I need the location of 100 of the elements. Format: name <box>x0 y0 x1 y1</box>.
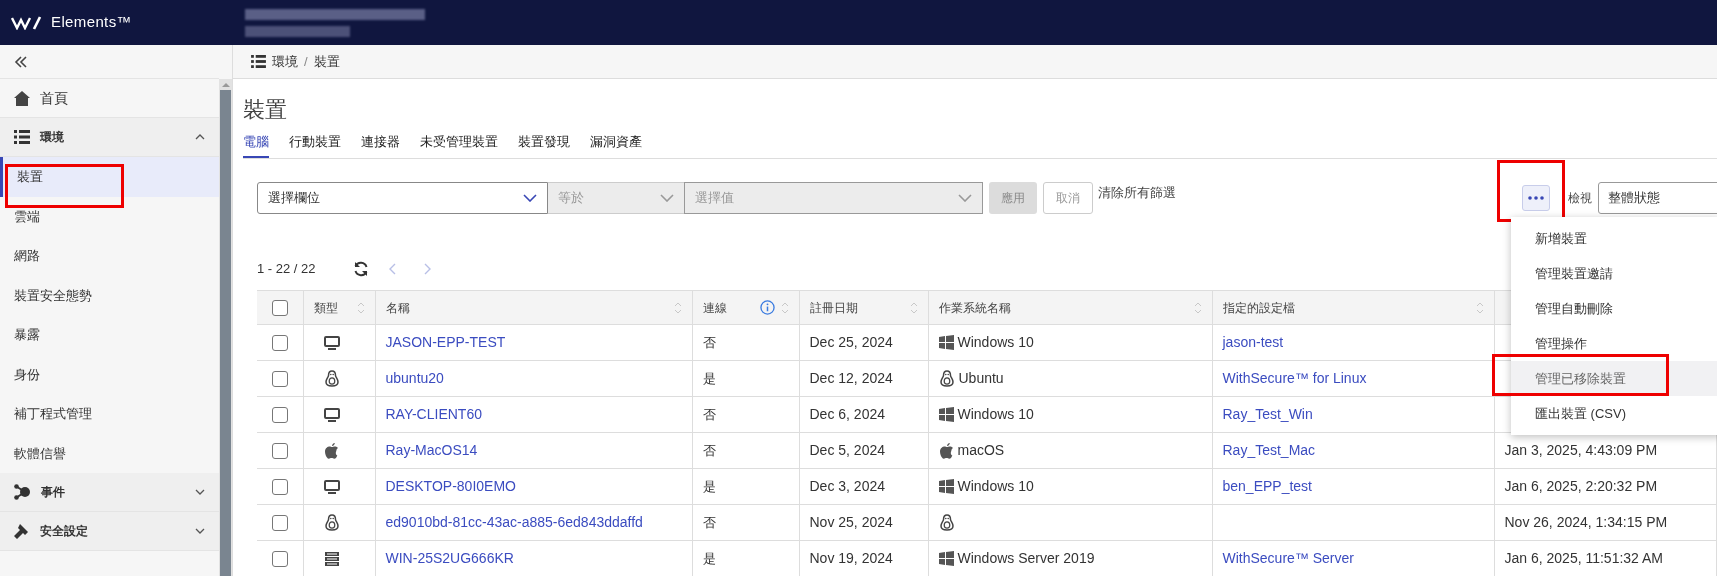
table-cell: 否 <box>692 324 799 361</box>
sort-icon <box>1475 300 1484 315</box>
breadcrumb-separator: / <box>304 52 308 71</box>
chevron-down-icon <box>958 194 972 202</box>
checkbox[interactable] <box>271 442 288 459</box>
menu-item[interactable]: 管理裝置邀請 <box>1511 256 1717 291</box>
menu-item[interactable]: 管理操作 <box>1511 326 1717 361</box>
refresh-button[interactable] <box>353 261 369 277</box>
profile-link[interactable]: WithSecure™ for Linux <box>1222 370 1367 386</box>
table-cell: 是 <box>692 360 799 397</box>
hammer-icon <box>14 523 30 539</box>
tab[interactable]: 行動裝置 <box>289 132 341 158</box>
os-name: Windows Server 2019 <box>957 549 1095 568</box>
profile-link[interactable]: ben_EPP_test <box>1222 478 1312 494</box>
table-cell: 是 <box>692 540 799 576</box>
checkbox[interactable] <box>271 514 288 531</box>
device-name-link[interactable]: DESKTOP-80I0EMO <box>385 478 516 494</box>
tab[interactable]: 電腦 <box>243 132 269 158</box>
sidebar-section[interactable]: 事件 <box>0 473 219 512</box>
node-graph-icon <box>14 484 31 500</box>
tab[interactable]: 漏洞資產 <box>590 132 642 158</box>
device-name-link[interactable]: WIN-25S2UG666KR <box>385 550 514 566</box>
table-cell: Dec 3, 2024 <box>799 468 928 505</box>
os-name: Windows 10 <box>957 333 1034 352</box>
view-label: 檢視 <box>1568 190 1592 207</box>
tab[interactable]: 未受管理裝置 <box>420 132 498 158</box>
column-header[interactable]: 連線 <box>692 290 799 325</box>
app-name: Elements™ <box>51 12 132 33</box>
sort-icon <box>909 300 918 315</box>
os-name: Windows 10 <box>957 477 1034 496</box>
table-cell: Dec 25, 2024 <box>799 324 928 361</box>
table-cell: Dec 12, 2024 <box>799 360 928 397</box>
device-name-link[interactable]: ed9010bd-81cc-43ac-a885-6ed843ddaffd <box>385 514 643 530</box>
column-header[interactable]: 指定的設定檔 <box>1212 290 1494 325</box>
checkbox[interactable] <box>271 406 288 423</box>
tab[interactable]: 連接器 <box>361 132 400 158</box>
column-header[interactable]: 類型 <box>303 290 375 325</box>
device-name-link[interactable]: RAY-CLIENT60 <box>385 406 482 422</box>
table-cell: 否 <box>692 504 799 541</box>
table-cell: Nov 19, 2024 <box>799 540 928 576</box>
checkbox[interactable] <box>271 478 288 495</box>
checkbox[interactable] <box>271 299 288 316</box>
menu-item[interactable]: 新增裝置 <box>1511 221 1717 256</box>
device-name-link[interactable]: JASON-EPP-TEST <box>385 334 506 350</box>
sort-icon <box>356 300 365 315</box>
chevron-down-icon <box>195 489 205 495</box>
table-cell: Dec 6, 2024 <box>799 396 928 433</box>
menu-item[interactable]: 匯出裝置 (CSV) <box>1511 396 1717 431</box>
chevron-down-icon <box>660 194 674 202</box>
sidebar-item[interactable]: 補丁程式管理 <box>0 394 219 434</box>
sidebar-item[interactable]: 軟體信譽 <box>0 433 219 473</box>
sort-icon <box>673 300 682 315</box>
chevron-down-icon <box>523 194 537 202</box>
more-icon <box>1528 196 1544 200</box>
home-icon <box>14 90 30 106</box>
chevron-right-icon <box>423 263 431 275</box>
timestamp: Jan 6, 2025, 2:20:32 PM <box>1504 478 1658 494</box>
sidebar-item[interactable]: 暴露 <box>0 315 219 355</box>
sidebar-section[interactable]: 環境 <box>0 118 219 157</box>
chevron-up-icon <box>195 134 205 140</box>
breadcrumb-link[interactable]: 環境 <box>272 51 298 72</box>
device-name-link[interactable]: Ray-MacOS14 <box>385 442 478 458</box>
clear-filters-link[interactable]: 清除所有篩選 <box>1098 183 1176 203</box>
sidebar-item[interactable]: 雲端 <box>0 196 219 236</box>
column-header[interactable]: 名稱 <box>375 290 692 325</box>
table-cell: 否 <box>692 396 799 433</box>
profile-link[interactable]: WithSecure™ Server <box>1222 550 1354 566</box>
column-header[interactable]: 作業系統名稱 <box>928 290 1212 325</box>
sidebar-item[interactable]: 裝置 <box>0 157 219 197</box>
menu-item[interactable]: 管理已移除裝置 <box>1511 361 1717 396</box>
checkbox[interactable] <box>271 550 288 567</box>
profile-link[interactable]: jason-test <box>1222 334 1284 350</box>
timestamp: Nov 26, 2024, 1:34:15 PM <box>1504 514 1668 530</box>
profile-link[interactable]: Ray_Test_Mac <box>1222 442 1316 458</box>
breadcrumb-link[interactable]: 裝置 <box>313 51 340 72</box>
field-select[interactable]: 選擇欄位 <box>257 182 548 214</box>
checkbox[interactable] <box>271 334 288 351</box>
profile-link[interactable]: Ray_Test_Win <box>1222 406 1313 422</box>
pagination-range: 1 - 22 / 22 <box>257 260 317 279</box>
more-button[interactable] <box>1522 185 1550 211</box>
menu-item[interactable]: 管理自動刪除 <box>1511 291 1717 326</box>
table-cell: Nov 25, 2024 <box>799 504 928 541</box>
timestamp: Jan 6, 2025, 11:51:32 AM <box>1504 550 1664 566</box>
sort-icon <box>780 300 789 315</box>
sidebar-section[interactable]: 安全設定 <box>0 512 219 551</box>
sidebar-item[interactable]: 裝置安全態勢 <box>0 275 219 315</box>
checkbox[interactable] <box>271 370 288 387</box>
view-select[interactable]: 整體狀態 <box>1598 182 1717 214</box>
sidebar-item[interactable]: 身份 <box>0 354 219 394</box>
list-icon <box>14 130 30 144</box>
tab[interactable]: 裝置發現 <box>518 132 570 158</box>
refresh-icon <box>353 261 369 277</box>
os-name: Ubuntu <box>958 369 1004 388</box>
device-name-link[interactable]: ubuntu20 <box>385 370 444 386</box>
column-header[interactable]: 註冊日期 <box>799 290 928 325</box>
chevron-down-icon <box>195 528 205 534</box>
sidebar-item[interactable]: 網路 <box>0 236 219 276</box>
collapse-icon <box>14 55 28 68</box>
os-name: Windows 10 <box>957 405 1034 424</box>
timestamp: Jan 3, 2025, 4:43:09 PM <box>1504 442 1658 458</box>
